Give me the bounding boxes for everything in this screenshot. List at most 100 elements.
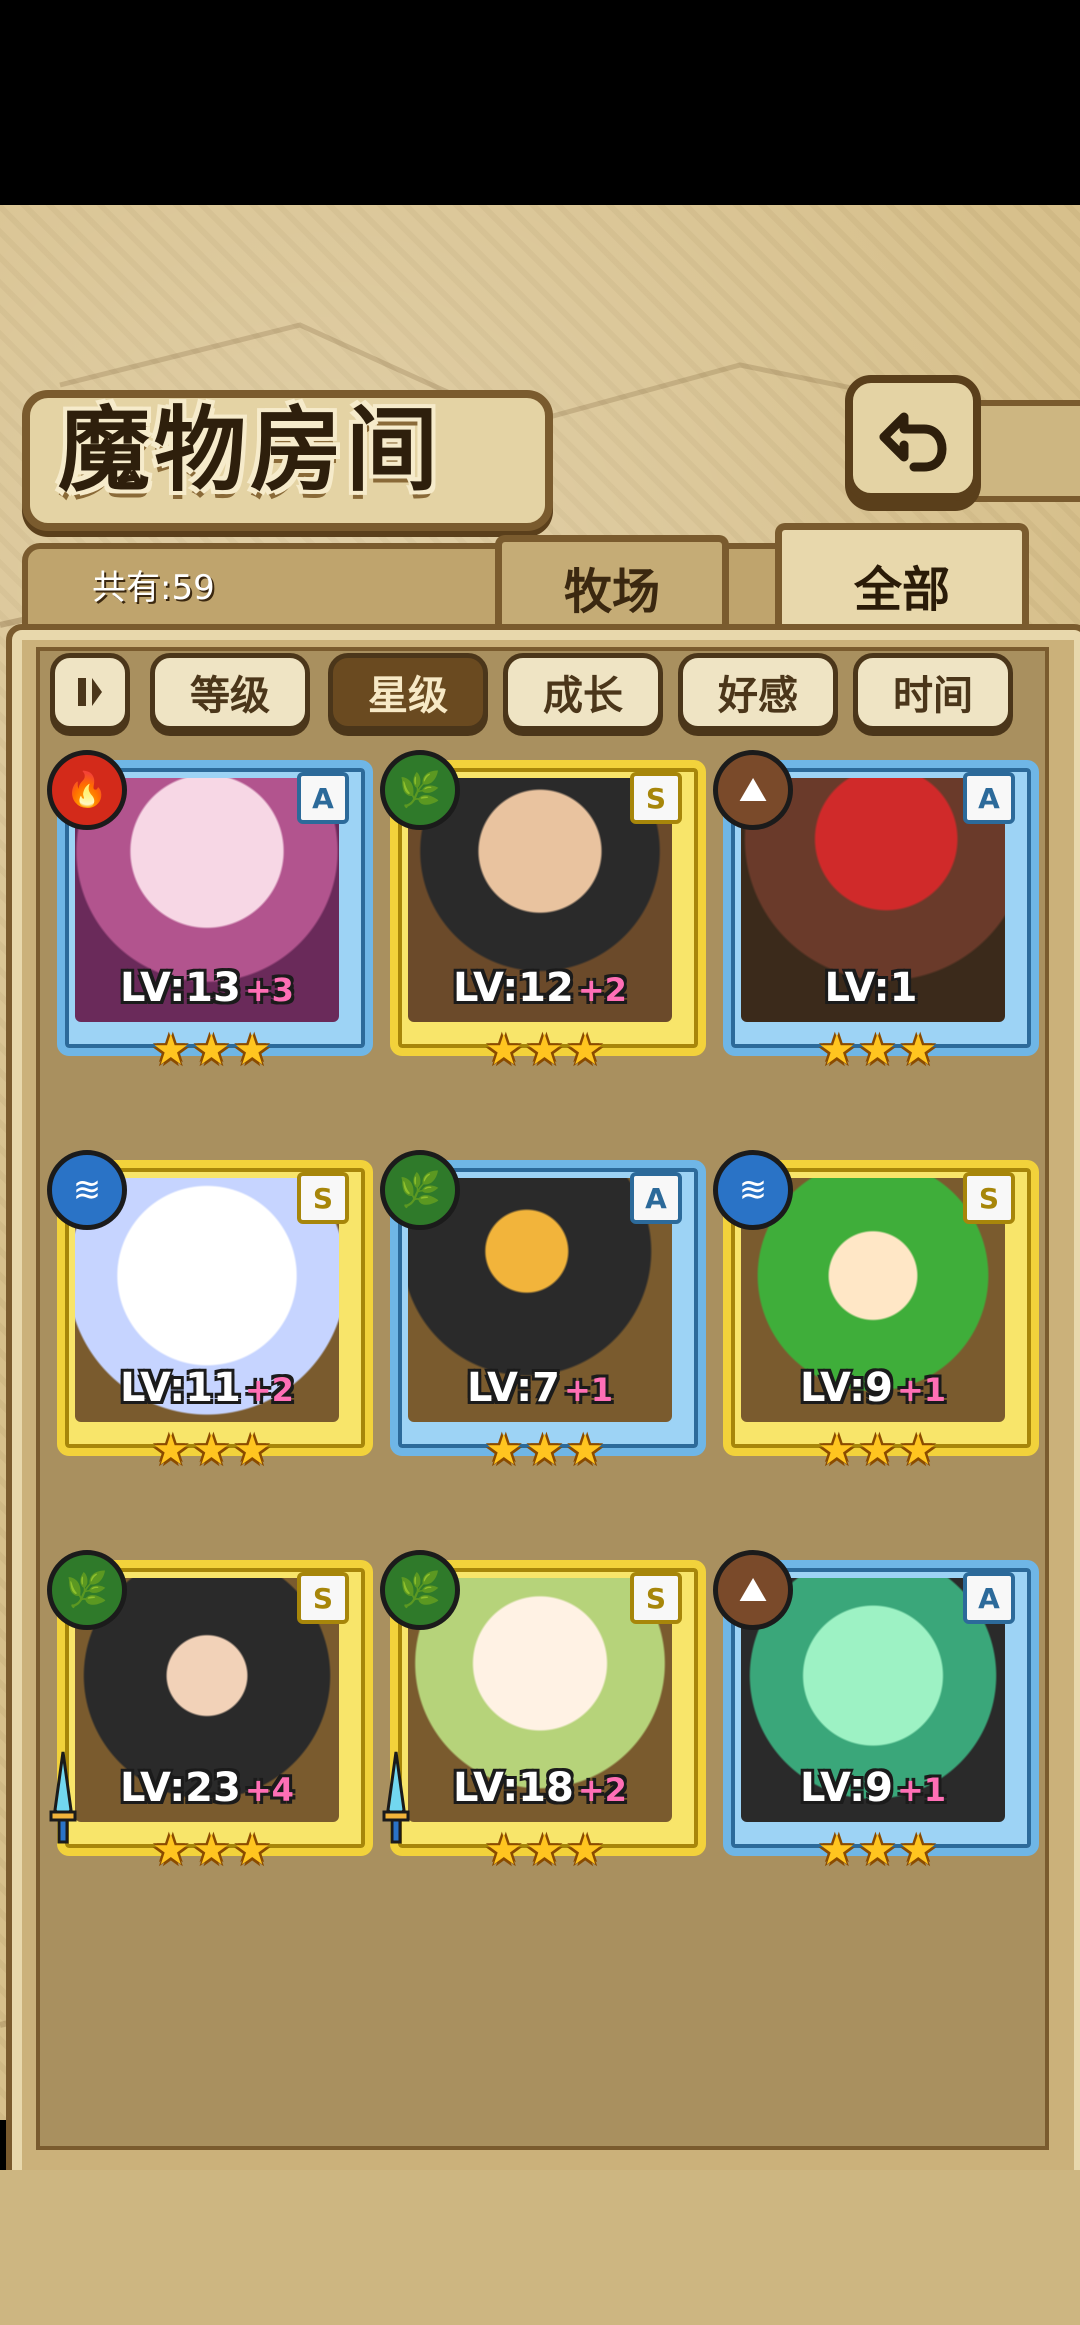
star-icon: ★	[152, 1425, 190, 1474]
star-rating: ★ ★ ★	[485, 1425, 605, 1476]
rank-badge: A	[963, 772, 1015, 824]
star-icon: ★	[525, 1025, 564, 1074]
star-rating: ★ ★ ★	[818, 1825, 938, 1876]
star-rating: ★ ★ ★	[818, 1425, 938, 1476]
sort-star-button[interactable]: 星级	[328, 653, 488, 731]
rank-badge: S	[630, 772, 682, 824]
star-icon: ★	[152, 1025, 190, 1074]
monster-level: LV:7 +1	[390, 1365, 690, 1411]
level-plus: +1	[896, 1371, 947, 1409]
monster-card-2[interactable]: S 🌿 LV:12 +2 ★ ★ ★	[380, 750, 706, 1082]
star-icon: ★	[485, 1825, 523, 1874]
star-rating: ★ ★ ★	[152, 1025, 272, 1076]
monster-level: LV:1	[723, 965, 1023, 1011]
star-icon: ★	[818, 1825, 856, 1874]
level-value: LV:9	[799, 1765, 893, 1811]
back-button[interactable]	[845, 375, 981, 501]
star-icon: ★	[233, 1025, 271, 1074]
star-icon: ★	[899, 1425, 937, 1474]
star-icon: ★	[192, 1825, 231, 1874]
pause-bars-icon	[78, 678, 102, 706]
monster-card-8[interactable]: S 🌿 LV:18 +2 ★ ★ ★	[380, 1550, 706, 1882]
star-icon: ★	[858, 1025, 897, 1074]
monster-card-1[interactable]: A 🔥 LV:13 +3 ★ ★ ★	[47, 750, 373, 1082]
star-icon: ★	[566, 1025, 604, 1074]
nature-element-icon: 🌿	[380, 1150, 460, 1230]
sort-growth-label: 成长	[543, 673, 623, 719]
level-value: LV:18	[453, 1765, 574, 1811]
back-button-rail	[970, 400, 1080, 502]
level-plus: +1	[563, 1371, 614, 1409]
star-rating: ★ ★ ★	[485, 1025, 605, 1076]
level-plus: +2	[244, 1371, 294, 1409]
nature-element-icon: 🌿	[380, 1550, 460, 1630]
sort-growth-button[interactable]: 成长	[503, 653, 663, 731]
level-value: LV:7	[466, 1365, 560, 1411]
monster-level: LV:18 +2	[390, 1765, 690, 1811]
level-value: LV:13	[120, 965, 241, 1011]
sort-affection-label: 好感	[718, 673, 798, 719]
sort-level-label: 等级	[190, 673, 270, 719]
monster-level: LV:11 +2	[57, 1365, 357, 1411]
level-plus: +2	[577, 971, 627, 1009]
sort-time-label: 时间	[893, 673, 973, 719]
monster-level: LV:13 +3	[57, 965, 357, 1011]
water-element-icon: ≋	[47, 1150, 127, 1230]
level-value: LV:11	[120, 1365, 241, 1411]
rank-badge: A	[963, 1572, 1015, 1624]
star-icon: ★	[858, 1825, 897, 1874]
monster-card-7[interactable]: S 🌿 LV:23 +4 ★ ★ ★	[47, 1550, 373, 1882]
star-icon: ★	[192, 1425, 231, 1474]
level-plus: +1	[896, 1771, 947, 1809]
star-icon: ★	[566, 1825, 604, 1874]
star-icon: ★	[485, 1025, 523, 1074]
monster-level: LV:9 +1	[723, 1765, 1023, 1811]
rank-badge: S	[963, 1172, 1015, 1224]
game-screen: 魔物房间 共有:59 牧场 全部 等级 星级 成长 好感 时间 A 🔥 LV:1…	[0, 205, 1080, 2325]
footer-map-strip	[0, 2170, 1080, 2325]
star-icon: ★	[485, 1425, 523, 1474]
star-icon: ★	[233, 1425, 271, 1474]
return-arrow-icon	[879, 412, 947, 472]
tab-all[interactable]: 全部	[775, 523, 1029, 640]
level-value: LV:1	[824, 965, 918, 1011]
rank-badge: A	[630, 1172, 682, 1224]
monster-card-6[interactable]: S ≋ LV:9 +1 ★ ★ ★	[713, 1150, 1039, 1482]
star-rating: ★ ★ ★	[152, 1825, 272, 1876]
star-icon: ★	[192, 1025, 231, 1074]
star-icon: ★	[899, 1825, 937, 1874]
star-icon: ★	[525, 1425, 564, 1474]
sort-level-button[interactable]: 等级	[150, 653, 310, 731]
tab-ranch-label: 牧场	[563, 564, 660, 620]
tab-all-label: 全部	[853, 562, 950, 618]
star-rating: ★ ★ ★	[485, 1825, 605, 1876]
nature-element-icon: 🌿	[47, 1550, 127, 1630]
monster-level: LV:12 +2	[390, 965, 690, 1011]
nature-element-icon: 🌿	[380, 750, 460, 830]
level-plus: +3	[244, 971, 294, 1009]
monster-card-9[interactable]: A ⛰ LV:9 +1 ★ ★ ★	[713, 1550, 1039, 1882]
collection-count: 共有:59	[92, 568, 215, 608]
sort-order-toggle[interactable]	[50, 653, 130, 731]
monster-card-4[interactable]: S ≋ LV:11 +2 ★ ★ ★	[47, 1150, 373, 1482]
level-value: LV:12	[453, 965, 574, 1011]
level-value: LV:23	[120, 1765, 241, 1811]
monster-card-5[interactable]: A 🌿 LV:7 +1 ★ ★ ★	[380, 1150, 706, 1482]
star-icon: ★	[899, 1025, 937, 1074]
star-icon: ★	[818, 1425, 856, 1474]
sort-affection-button[interactable]: 好感	[678, 653, 838, 731]
water-element-icon: ≋	[713, 1150, 793, 1230]
sort-time-button[interactable]: 时间	[853, 653, 1013, 731]
level-plus: +2	[577, 1771, 627, 1809]
earth-element-icon: ⛰	[713, 1550, 793, 1630]
earth-element-icon: ⛰	[713, 750, 793, 830]
rank-badge: S	[630, 1572, 682, 1624]
monster-level: LV:9 +1	[723, 1365, 1023, 1411]
tab-ranch[interactable]: 牧场	[495, 535, 729, 632]
sort-star-label: 星级	[368, 673, 448, 719]
star-icon: ★	[233, 1825, 271, 1874]
star-icon: ★	[858, 1425, 897, 1474]
monster-card-3[interactable]: A ⛰ LV:1 ★ ★ ★	[713, 750, 1039, 1082]
page-title: 魔物房间	[58, 397, 443, 504]
star-icon: ★	[818, 1025, 856, 1074]
